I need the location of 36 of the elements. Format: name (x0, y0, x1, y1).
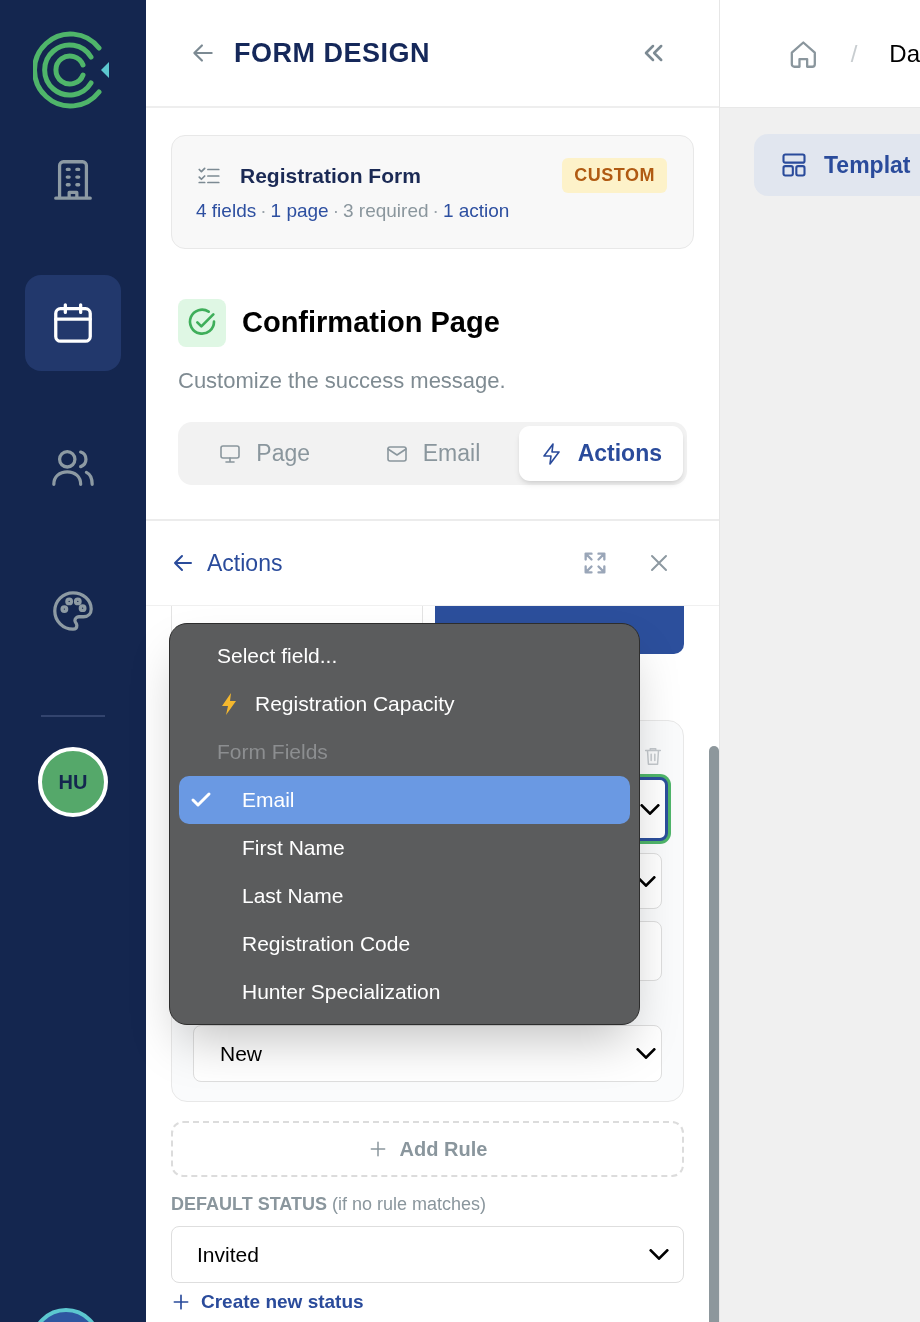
menu-item[interactable]: Select field... (179, 632, 630, 680)
chevron-down-icon (636, 1048, 656, 1059)
create-status-link[interactable]: Create new status (171, 1288, 364, 1317)
form-stat: 1 action (442, 199, 510, 223)
layout-icon (780, 151, 808, 179)
actions-back-link[interactable]: Actions (171, 545, 581, 581)
section-subtitle: Customize the success message. (178, 367, 507, 395)
menu-item[interactable]: Last Name (179, 872, 630, 920)
palette-icon (50, 588, 96, 634)
separator-dot: · (432, 199, 439, 223)
select-field[interactable]: Invited (171, 1226, 684, 1283)
menu-item[interactable]: Registration Code (179, 920, 630, 968)
breadcrumb-item[interactable]: Da (889, 35, 920, 72)
tab[interactable]: Actions (518, 426, 683, 481)
menu-item[interactable]: Registration Capacity (179, 680, 630, 728)
form-title: Registration Form (240, 162, 422, 189)
user-avatar[interactable]: HU (38, 747, 108, 817)
menu-item[interactable]: First Name (179, 824, 630, 872)
default-status-label: DEFAULT STATUS (if no rule matches) (171, 1193, 488, 1216)
separator-dot: · (332, 199, 339, 223)
templates-button[interactable]: Templat (754, 134, 920, 196)
chevron-down-icon (649, 1249, 669, 1260)
trash-icon (642, 745, 664, 767)
chevron-down-icon (640, 803, 660, 815)
select-field[interactable]: New (193, 1025, 662, 1082)
form-card[interactable]: Registration Form CUSTOM 4 fields · 1 page · 3 required · 1 action (171, 135, 694, 249)
form-stat: 4 fields (196, 199, 257, 223)
separator-dot: · (260, 199, 267, 223)
form-stat: 3 required (343, 199, 429, 223)
menu-item[interactable]: Hunter Specialization (179, 968, 630, 1016)
sidebar-item[interactable] (25, 275, 121, 371)
breadcrumb-separator: / (850, 38, 858, 69)
panel-title: FORM DESIGN (234, 36, 431, 70)
form-stat: 1 page (270, 199, 329, 223)
custom-badge: CUSTOM (562, 158, 667, 193)
section-title: Confirmation Page (242, 305, 500, 341)
